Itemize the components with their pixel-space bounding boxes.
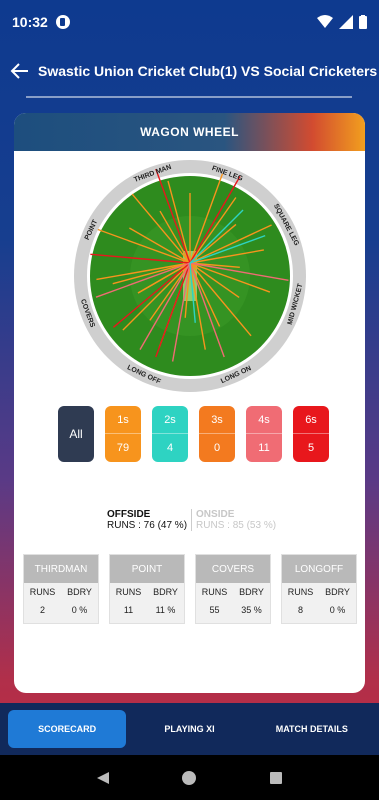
filter-6s-button[interactable]: 6s 5 (293, 406, 329, 462)
nav-home-icon[interactable] (181, 770, 197, 786)
filter-3s-count: 0 (213, 442, 221, 454)
bdry-label: BDRY (153, 587, 178, 597)
filter-1s-button[interactable]: 1s 79 (105, 406, 141, 462)
onside-title: ONSIDE (196, 509, 235, 520)
region-thirdman: THIRDMAN RUNS BDRY 2 0 % (23, 554, 99, 624)
runs-label: RUNS (201, 587, 228, 597)
filter-3s-button[interactable]: 3s 0 (199, 406, 235, 462)
region-covers: COVERS RUNS BDRY 55 35 % (195, 554, 271, 624)
battery-icon (359, 15, 367, 29)
status-bar: 10:32 (0, 0, 379, 44)
bottom-nav: SCORECARD PLAYING XI MATCH DETAILS (0, 703, 379, 755)
bdry-value: 0 % (329, 605, 346, 615)
region-title: LONGOFF (282, 555, 356, 583)
offside-title: OFFSIDE (107, 509, 151, 520)
status-icons (317, 15, 367, 29)
onside-runs: RUNS : 85 (53 %) (196, 520, 277, 531)
region-point: POINT RUNS BDRY 11 11 % (109, 554, 185, 624)
runs-value: 11 (123, 605, 134, 615)
runs-label: RUNS (115, 587, 142, 597)
runs-value: 2 (39, 605, 45, 615)
filter-3s-label: 3s (199, 406, 235, 434)
bdry-label: BDRY (67, 587, 92, 597)
wifi-icon (317, 15, 333, 28)
region-title: THIRDMAN (24, 555, 98, 583)
region-longoff: LONGOFF RUNS BDRY 8 0 % (281, 554, 357, 624)
bdry-value: 35 % (241, 605, 262, 615)
app-notification-icon (55, 15, 70, 29)
bdry-value: 11 % (155, 605, 176, 615)
tab-scorecard[interactable]: SCORECARD (8, 710, 127, 748)
filter-4s-count: 11 (258, 442, 270, 454)
tab-playing-xi[interactable]: PLAYING XI (130, 710, 248, 748)
title-underline (26, 96, 352, 98)
back-arrow-icon[interactable] (10, 57, 30, 85)
bdry-label: BDRY (325, 587, 350, 597)
status-time: 10:32 (12, 14, 48, 30)
app-bar: Swastic Union Cricket Club(1) VS Social … (0, 44, 379, 98)
offside-runs: RUNS : 76 (47 %) (107, 520, 188, 531)
run-filter-row: All 1s 79 2s 4 3s 0 4s 11 6s 5 (58, 406, 329, 462)
filter-6s-label: 6s (293, 406, 329, 434)
filter-2s-label: 2s (152, 406, 188, 434)
page-title: Swastic Union Cricket Club(1) VS Social … (38, 63, 378, 79)
filter-all-label: All (69, 427, 83, 441)
runs-value: 8 (297, 605, 303, 615)
filter-all-button[interactable]: All (58, 406, 94, 462)
side-summary: OFFSIDE RUNS : 76 (47 %) ONSIDE RUNS : 8… (107, 509, 276, 531)
wagon-wheel-svg: THIRD MAN FINE LEGSQUARE LEGMID WICKETLON… (74, 160, 306, 392)
region-stats: THIRDMAN RUNS BDRY 2 0 % POINT RUNS BDRY… (23, 554, 357, 624)
tab-match-details[interactable]: MATCH DETAILS (253, 710, 371, 748)
filter-4s-button[interactable]: 4s 11 (246, 406, 282, 462)
nav-back-icon[interactable] (95, 770, 111, 786)
region-title: POINT (110, 555, 184, 583)
filter-1s-count: 79 (116, 442, 130, 454)
runs-label: RUNS (287, 587, 314, 597)
bdry-value: 0 % (71, 605, 88, 615)
filter-2s-count: 4 (166, 442, 174, 454)
onside-summary[interactable]: ONSIDE RUNS : 85 (53 %) (192, 509, 276, 531)
card-header: WAGON WHEEL (14, 113, 365, 151)
filter-1s-label: 1s (105, 406, 141, 434)
bdry-label: BDRY (239, 587, 264, 597)
filter-4s-label: 4s (246, 406, 282, 434)
region-title: COVERS (196, 555, 270, 583)
offside-summary[interactable]: OFFSIDE RUNS : 76 (47 %) (107, 509, 193, 531)
runs-label: RUNS (29, 587, 56, 597)
filter-6s-count: 5 (307, 442, 315, 454)
system-nav-bar (0, 755, 379, 800)
wagon-wheel-card: WAGON WHEEL THIRD MAN FINE LEG SQUARE LEG M… (14, 113, 365, 693)
nav-recents-icon[interactable] (268, 770, 284, 786)
signal-icon (339, 15, 353, 29)
filter-2s-button[interactable]: 2s 4 (152, 406, 188, 462)
wagon-wheel: THIRD MAN FINE LEG SQUARE LEG MID WICKET LON… (73, 159, 307, 393)
runs-value: 55 (209, 605, 220, 615)
